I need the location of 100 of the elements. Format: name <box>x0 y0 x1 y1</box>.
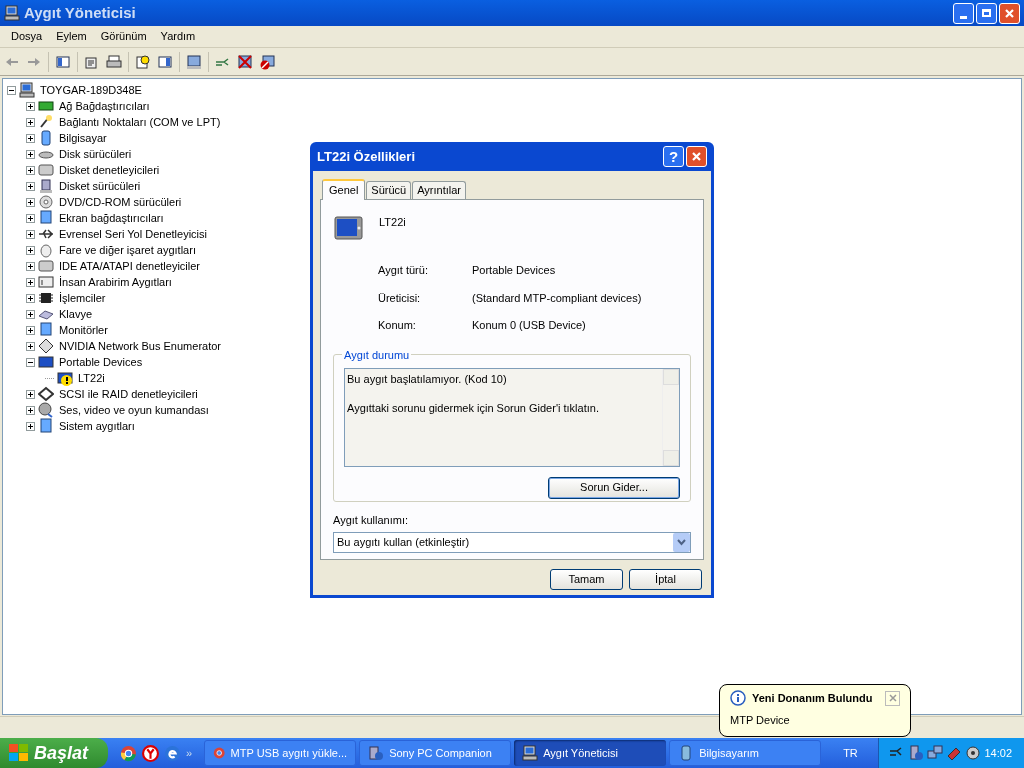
clock: 14:02 <box>984 745 1012 761</box>
expand-toggle[interactable] <box>26 213 35 223</box>
tree-item[interactable]: LT22i <box>78 369 105 387</box>
dialog-title: LT22i Özellikleri <box>317 147 416 166</box>
tab[interactable]: Sürücü <box>366 181 412 199</box>
device-icon <box>38 98 54 114</box>
tree-item[interactable]: Monitörler <box>59 321 108 339</box>
tree-item[interactable]: Ekran bağdaştırıcıları <box>59 209 164 227</box>
browser-icon[interactable] <box>120 744 137 762</box>
expand-toggle[interactable] <box>26 133 35 143</box>
expand-toggle[interactable] <box>26 405 35 415</box>
browser-icon[interactable] <box>164 744 181 762</box>
status-message: Aygıttaki sorunu gidermek için Sorun Gider'i tıklatın. <box>347 401 600 416</box>
collapse-toggle[interactable] <box>26 357 35 367</box>
tree-item[interactable]: Ses, video ve oyun kumandası <box>59 401 209 419</box>
expand-toggle[interactable] <box>26 389 35 399</box>
device-icon <box>38 402 54 418</box>
device-icon <box>38 258 54 274</box>
tree-item[interactable]: İşlemciler <box>59 289 106 307</box>
tree-item[interactable]: Fare ve diğer işaret aygıtları <box>59 241 196 259</box>
cancel-button[interactable]: İptal <box>629 569 702 590</box>
property-value: Portable Devices <box>472 263 557 278</box>
tree-item[interactable]: Bilgisayar <box>59 129 107 147</box>
taskbar-button[interactable]: Sony PC Companion <box>359 740 512 766</box>
tree-item[interactable]: Disk sürücüleri <box>59 145 132 163</box>
device-icon <box>38 242 54 258</box>
troubleshoot-button[interactable]: Sorun Gider... <box>548 476 680 499</box>
ok-button[interactable]: Tamam <box>550 569 623 590</box>
expand-toggle[interactable] <box>26 101 35 111</box>
device-icon <box>38 162 54 178</box>
network-icon[interactable] <box>927 745 943 761</box>
help-button[interactable]: ? <box>663 146 684 167</box>
expand-toggle[interactable] <box>26 261 35 271</box>
collapse-toggle[interactable] <box>7 85 16 95</box>
panel-icon[interactable] <box>157 53 173 70</box>
expand-toggle[interactable] <box>26 117 35 127</box>
panel-icon[interactable] <box>55 53 71 70</box>
expand-toggle[interactable] <box>26 245 35 255</box>
expand-toggle[interactable] <box>26 341 35 351</box>
expand-toggle[interactable] <box>26 421 35 431</box>
tree-item[interactable]: Portable Devices <box>59 353 143 371</box>
tree-item[interactable]: İnsan Arabirim Aygıtları <box>59 273 172 291</box>
phone-icon <box>368 745 385 761</box>
device-icon <box>38 354 54 370</box>
browser-icon[interactable] <box>142 744 159 762</box>
expand-toggle[interactable] <box>26 165 35 175</box>
expand-toggle[interactable] <box>26 277 35 287</box>
tree-item[interactable]: IDE ATA/ATAPI denetleyiciler <box>59 257 200 275</box>
tab[interactable]: Genel <box>322 179 366 200</box>
tab[interactable]: Ayrıntılar <box>412 181 467 199</box>
taskbar-button[interactable]: MTP USB aygıtı yükle... <box>204 740 357 766</box>
windows-logo-icon <box>8 743 30 763</box>
tree-item[interactable]: Sistem aygıtları <box>59 417 135 435</box>
monitor-icon[interactable] <box>186 53 202 70</box>
tree-item[interactable]: SCSI ile RAID denetleyicileri <box>59 385 198 403</box>
tree-item[interactable]: Bağlantı Noktaları (COM ve LPT) <box>59 113 221 131</box>
device-icon <box>19 82 35 98</box>
expand-toggle[interactable] <box>26 149 35 159</box>
device-icon <box>38 178 54 194</box>
minimize-button[interactable] <box>953 2 974 24</box>
disc-icon[interactable] <box>965 745 981 761</box>
device-icon <box>38 290 54 306</box>
info-icon <box>730 690 746 707</box>
tree-item[interactable]: Ağ Bağdaştırıcıları <box>59 97 150 115</box>
tree-item[interactable]: Evrensel Seri Yol Denetleyicisi <box>59 225 207 243</box>
disable-icon[interactable] <box>259 53 275 70</box>
menu-item[interactable]: Görünüm <box>93 28 154 45</box>
phone-icon[interactable] <box>908 745 924 761</box>
maximize-button[interactable] <box>976 2 997 24</box>
balloon-text: MTP Device <box>730 712 791 728</box>
expand-toggle[interactable] <box>26 229 35 239</box>
property-label: Aygıt türü: <box>378 263 429 278</box>
tree-item[interactable]: Disket denetleyicileri <box>59 161 160 179</box>
tree-item[interactable]: Disket sürücüleri <box>59 177 141 195</box>
property-value: Konum 0 (USB Device) <box>472 318 587 333</box>
device-icon <box>38 210 54 226</box>
menu-item[interactable]: Yardım <box>153 28 203 45</box>
expand-toggle[interactable] <box>26 181 35 191</box>
overflow-chevron[interactable]: » <box>186 744 193 761</box>
tree-item[interactable]: DVD/CD-ROM sürücüleri <box>59 193 182 211</box>
close-icon <box>1004 7 1015 19</box>
tree-item[interactable]: Klavye <box>59 305 93 323</box>
expand-toggle[interactable] <box>26 293 35 303</box>
menu-item[interactable]: Eylem <box>49 28 94 45</box>
tree-item[interactable]: NVIDIA Network Bus Enumerator <box>59 337 221 355</box>
close-button[interactable] <box>885 690 900 706</box>
expand-toggle[interactable] <box>26 197 35 207</box>
taskbar-button[interactable]: Bilgisayarım <box>669 740 822 766</box>
uninstall-icon[interactable] <box>237 53 253 70</box>
print-icon[interactable] <box>106 53 122 70</box>
menu-item[interactable]: Dosya <box>4 28 50 45</box>
balloon-title: Yeni Donanım Bulundu <box>752 691 873 706</box>
expand-toggle[interactable] <box>26 309 35 319</box>
tree-item[interactable]: TOYGAR-189D348E <box>40 81 142 99</box>
usage-dropdown[interactable]: Bu aygıtı kullan (etkinleştir) <box>333 532 691 553</box>
expand-toggle[interactable] <box>26 325 35 335</box>
taskbar-button[interactable]: Aygıt Yöneticisi <box>514 740 667 766</box>
close-icon <box>888 694 897 703</box>
start-button[interactable]: Başlat <box>0 738 108 768</box>
language-indicator[interactable]: TR <box>843 744 858 762</box>
